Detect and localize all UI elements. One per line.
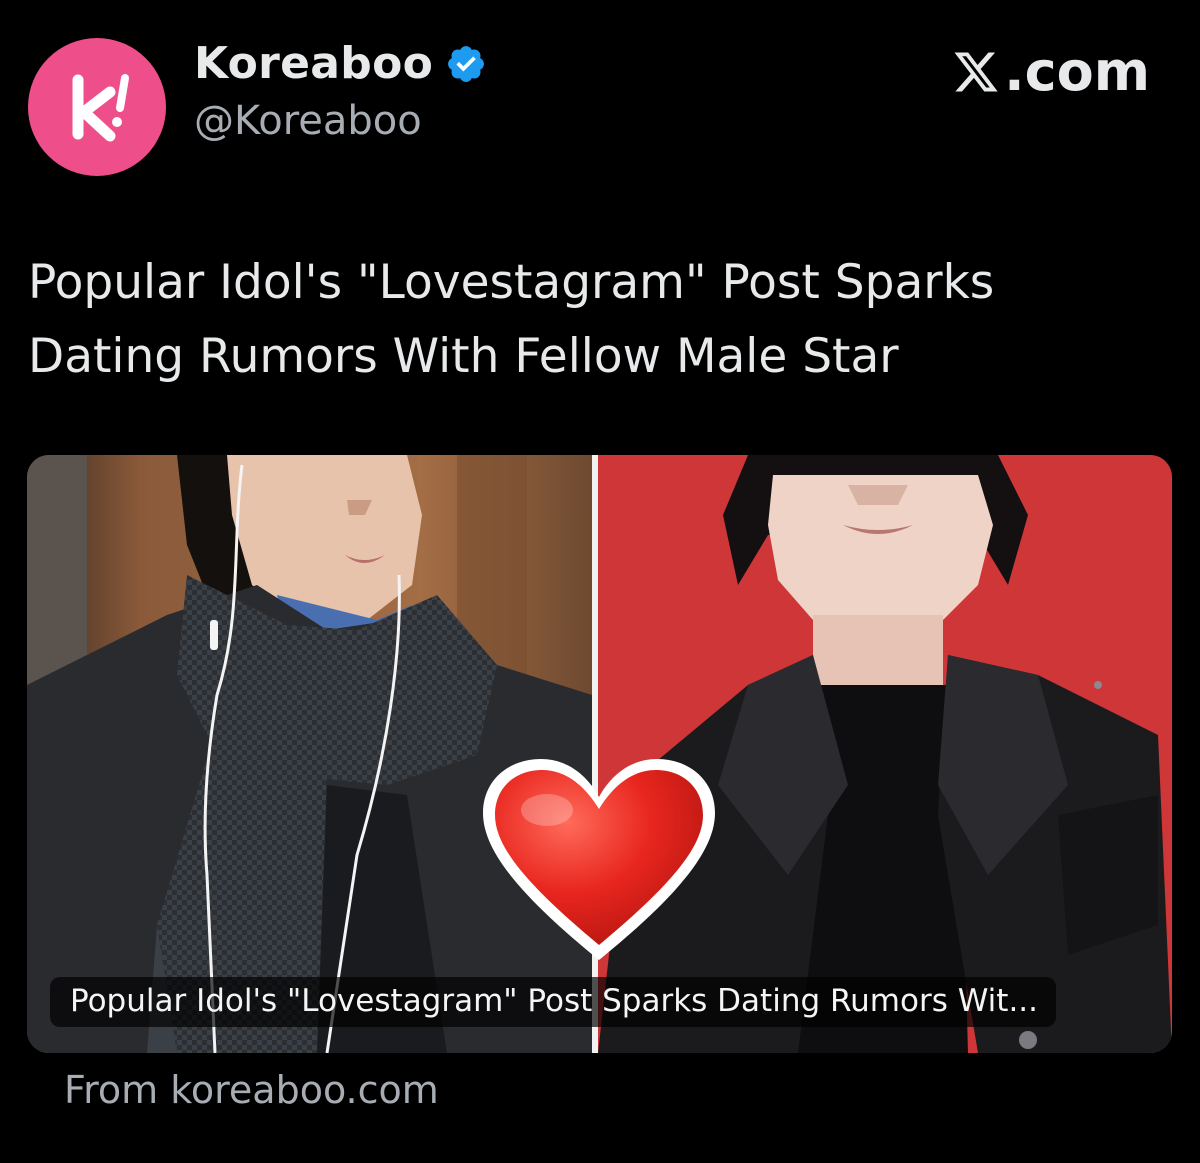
koreaboo-logo-icon: [72, 74, 129, 142]
display-name[interactable]: Koreaboo: [194, 38, 433, 89]
link-card-caption[interactable]: Popular Idol's "Lovestagram" Post Sparks…: [50, 977, 1057, 1027]
link-preview-card[interactable]: Popular Idol's "Lovestagram" Post Sparks…: [27, 455, 1172, 1053]
x-logo-icon: [954, 52, 998, 91]
link-source[interactable]: From koreaboo.com: [64, 1068, 439, 1112]
x-com-badge: .com: [952, 40, 1150, 103]
verified-badge-icon: [448, 45, 485, 82]
red-heart-icon: [483, 759, 715, 960]
account-handle[interactable]: @Koreaboo: [194, 98, 422, 144]
post-headline: Popular Idol's "Lovestagram" Post Sparks…: [28, 255, 995, 384]
avatar[interactable]: [28, 38, 166, 176]
x-com-label: .com: [1004, 40, 1150, 103]
account-name-row[interactable]: Koreaboo: [194, 38, 487, 89]
